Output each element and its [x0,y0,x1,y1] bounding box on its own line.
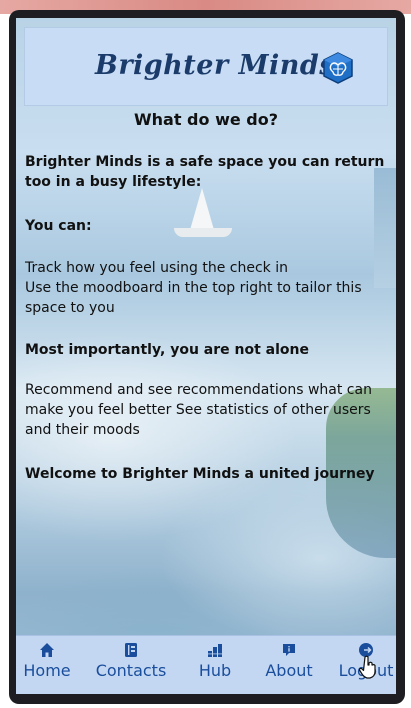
checkin-text: Track how you feel using the check in [25,260,288,276]
brain-cube-icon[interactable] [321,51,355,85]
you-can-label: You can: [25,218,92,234]
app-screen: Brighter Minds What do we do? Brighter M… [16,18,396,694]
nav-hub[interactable]: Hub [194,642,236,692]
nav-home-label: Home [23,661,71,680]
hub-icon [208,644,222,657]
nav-home[interactable]: Home [22,642,72,692]
nav-contacts[interactable]: Contacts [94,642,168,692]
about-icon [283,644,295,656]
nav-contacts-label: Contacts [95,661,167,680]
brand-title: Brighter Minds [95,50,335,81]
bottom-nav: Home Contacts Hub About [16,635,396,694]
moodboard-text: Use the moodboard in the top right to ta… [25,280,362,316]
nav-about-label: About [265,661,313,680]
not-alone-text: Most importantly, you are not alone [25,342,309,358]
nav-about[interactable]: About [264,642,314,692]
hand-cursor-icon [359,655,376,679]
home-icon [40,643,54,657]
contacts-icon [125,643,137,657]
intro-text: Brighter Minds is a safe space you can r… [25,154,385,190]
welcome-text: Welcome to Brighter Minds a united journ… [25,466,375,482]
header-banner: Brighter Minds [24,27,388,106]
recommend-text: Recommend and see recommendations what c… [25,382,372,438]
nav-hub-label: Hub [198,661,232,680]
page-heading: What do we do? [134,110,278,129]
